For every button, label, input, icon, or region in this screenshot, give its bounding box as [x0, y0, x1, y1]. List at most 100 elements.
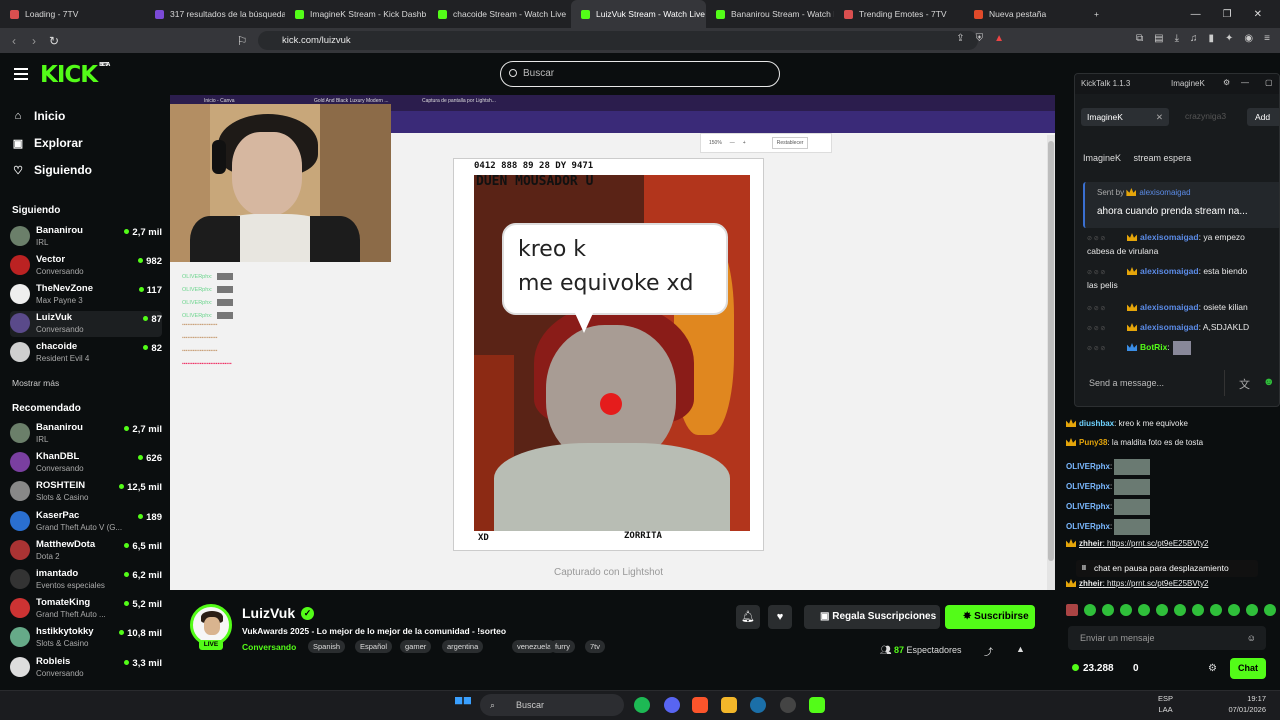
- system-clock[interactable]: 19:17 07/01/2026: [1228, 693, 1266, 715]
- sidebar-channel[interactable]: TheNevZone Max Payne 3 117: [10, 282, 162, 308]
- kicktalk-tab[interactable]: ImagineK ✕: [1081, 108, 1169, 126]
- emote-icon[interactable]: [1084, 604, 1096, 616]
- taskbar-search[interactable]: ⌕ Buscar: [480, 694, 624, 716]
- settings-icon[interactable]: ⚙: [1223, 78, 1230, 87]
- gear-icon[interactable]: ⚙: [1208, 663, 1217, 674]
- spotify-icon[interactable]: [634, 697, 650, 713]
- bookmark-icon[interactable]: ⚐: [232, 34, 252, 48]
- sidebar-channel[interactable]: Bananirou IRL 2,7 mil: [10, 224, 162, 250]
- sidebar-channel[interactable]: MatthewDota Dota 2 6,5 mil: [10, 538, 162, 564]
- browser-tab[interactable]: Trending Emotes - 7TV: [834, 0, 964, 28]
- notification-bell-button[interactable]: 🔔︎: [736, 605, 760, 629]
- chat-username[interactable]: OLIVERphx: [1066, 522, 1110, 531]
- pinned-message[interactable]: Sent by alexisomaigad ahora cuando prend…: [1083, 182, 1279, 228]
- chat-message[interactable]: OLIVERphx:: [1066, 479, 1151, 495]
- chat-username[interactable]: Puny38: [1079, 438, 1107, 447]
- menu-icon[interactable]: ≡: [1264, 33, 1270, 44]
- stream-category[interactable]: Conversando: [242, 642, 296, 652]
- emote-icon[interactable]: [1228, 604, 1240, 616]
- show-more-link[interactable]: Mostrar más: [12, 378, 59, 388]
- add-tab-button[interactable]: Add: [1247, 108, 1279, 126]
- chat-username[interactable]: alexisomaigad: [1140, 232, 1199, 242]
- sidebar-channel[interactable]: Bananirou IRL 2,7 mil: [10, 421, 162, 447]
- emote-icon[interactable]: [1246, 604, 1258, 616]
- kicktalk-message[interactable]: ⊘ ⊘ ⊘ alexisomaigad: osiete kilian: [1087, 300, 1248, 314]
- translate-icon[interactable]: 文: [1239, 376, 1250, 392]
- sidebar-channel[interactable]: KhanDBL Conversando 626: [10, 450, 162, 476]
- chat-paused-banner[interactable]: chat en pausa para desplazamiento: [1076, 560, 1258, 577]
- puzzle-icon[interactable]: ✦: [1225, 33, 1233, 44]
- chat-message[interactable]: Puny38: la maldita foto es de tosta: [1066, 438, 1203, 447]
- close-icon[interactable]: ▢: [1265, 78, 1273, 87]
- browser-tab[interactable]: LuizVuk Stream - Watch Live✕: [571, 0, 706, 28]
- reader-icon[interactable]: ▮: [1209, 33, 1215, 44]
- emote-icon[interactable]: [1210, 604, 1222, 616]
- chat-username[interactable]: zhheir: [1079, 539, 1103, 548]
- language-indicator[interactable]: ESP LAA: [1158, 693, 1173, 715]
- kicktalk-message[interactable]: ⊘ ⊘ ⊘ alexisomaigad: esta biendo las pelis: [1087, 264, 1247, 292]
- mod-actions-icon[interactable]: ⊘ ⊘ ⊘: [1087, 232, 1127, 242]
- obs-icon[interactable]: [780, 697, 796, 713]
- chat-message[interactable]: OLIVERphx:: [1066, 459, 1151, 475]
- nav-explore[interactable]: ▣ Explorar: [12, 136, 83, 150]
- browser-tab[interactable]: ImagineK Stream - Kick Dashb: [285, 0, 428, 28]
- chat-message[interactable]: diushbax: kreo k me equivoke: [1066, 419, 1188, 428]
- chat-username[interactable]: alexisomaigad: [1140, 302, 1199, 312]
- nav-following[interactable]: ♡ Siguiendo: [12, 163, 92, 177]
- emote-icon[interactable]: [1120, 604, 1132, 616]
- sidebar-channel[interactable]: chacoide Resident Evil 4 82: [10, 340, 162, 366]
- reload-icon[interactable]: ↻: [44, 34, 64, 48]
- chat-username[interactable]: zhheir: [1079, 579, 1103, 588]
- stream-tag[interactable]: 7tv: [585, 640, 606, 653]
- stream-tag[interactable]: argentina: [442, 640, 484, 653]
- chat-send-button[interactable]: Chat: [1230, 658, 1266, 679]
- browser-tab[interactable]: chacoide Stream - Watch Live: [428, 0, 571, 28]
- browser-tab[interactable]: Loading - 7TV: [0, 0, 145, 28]
- share-icon[interactable]: ⤴: [984, 645, 993, 658]
- mod-actions-icon[interactable]: ⊘ ⊘ ⊘: [1087, 342, 1127, 352]
- brave-shield-icon[interactable]: ⛨: [976, 33, 984, 44]
- chat-username[interactable]: diushbax: [1079, 419, 1114, 428]
- mod-actions-icon[interactable]: ⊘ ⊘ ⊘: [1087, 302, 1127, 312]
- close-icon[interactable]: ✕: [1156, 108, 1163, 126]
- minimize-icon[interactable]: —: [1191, 9, 1201, 20]
- chat-username[interactable]: OLIVERphx: [1066, 462, 1110, 471]
- kicktalk-message[interactable]: ⊘ ⊘ ⊘ alexisomaigad: A,SDJAKLD: [1087, 320, 1249, 334]
- emote-icon[interactable]: [1102, 604, 1114, 616]
- extension-icon[interactable]: ⧉: [1136, 33, 1143, 44]
- chat-username[interactable]: OLIVERphx: [1066, 502, 1110, 511]
- chat-message[interactable]: zhheir: https://prnt.sc/pt9eE25BVty2: [1066, 579, 1208, 588]
- follow-button[interactable]: ♥: [768, 605, 792, 629]
- browser-tab[interactable]: Bananirou Stream - Watch Live: [706, 0, 834, 28]
- report-icon[interactable]: ▲: [1016, 644, 1025, 654]
- download-icon[interactable]: ⤓: [1175, 33, 1179, 44]
- video-player[interactable]: Inicio - Canva Gold And Black Luxury Mod…: [170, 95, 1055, 590]
- emote-icon[interactable]: [1066, 604, 1078, 616]
- chat-username[interactable]: alexisomaigad: [1140, 322, 1199, 332]
- browser-tab[interactable]: Nueva pestaña: [964, 0, 1084, 28]
- kicktalk-tab-ghost[interactable]: crazyniga3: [1185, 111, 1226, 121]
- mod-actions-icon[interactable]: ⊘ ⊘ ⊘: [1087, 322, 1127, 332]
- browser-tab[interactable]: 317 resultados de la búsqueda: [145, 0, 285, 28]
- stream-tag[interactable]: Español: [355, 640, 393, 653]
- sidebar-channel[interactable]: Vector Conversando 982: [10, 253, 162, 279]
- sidebar-channel[interactable]: hstikkytokky Slots & Casino 10,8 mil: [10, 625, 162, 651]
- sidebar-channel[interactable]: LuizVuk Conversando 87: [10, 311, 162, 337]
- music-icon[interactable]: ♫: [1190, 33, 1198, 44]
- stream-tag[interactable]: furry: [550, 640, 575, 653]
- brave-icon[interactable]: [692, 697, 708, 713]
- chat-username[interactable]: BotRix: [1140, 342, 1167, 352]
- share-icon[interactable]: ⇪: [956, 33, 964, 44]
- kick-app-icon[interactable]: [809, 697, 825, 713]
- hamburger-menu-icon[interactable]: [14, 68, 28, 80]
- emote-picker-icon[interactable]: ☻: [1263, 376, 1275, 388]
- gift-subs-button[interactable]: ▣ Regala Suscripciones: [804, 605, 940, 629]
- sidebar-channel[interactable]: imantado Eventos especiales 6,2 mil: [10, 567, 162, 593]
- url-field[interactable]: kick.com/luizvuk: [258, 31, 978, 50]
- channel-points[interactable]: 23.288: [1072, 663, 1114, 674]
- discord-icon[interactable]: [664, 697, 680, 713]
- sidebar-channel[interactable]: Robleis Conversando 3,3 mil: [10, 655, 162, 681]
- kick-logo[interactable]: KICK BETA: [40, 62, 110, 88]
- folder-icon[interactable]: [721, 697, 737, 713]
- emoji-icon[interactable]: ☺: [1247, 626, 1256, 650]
